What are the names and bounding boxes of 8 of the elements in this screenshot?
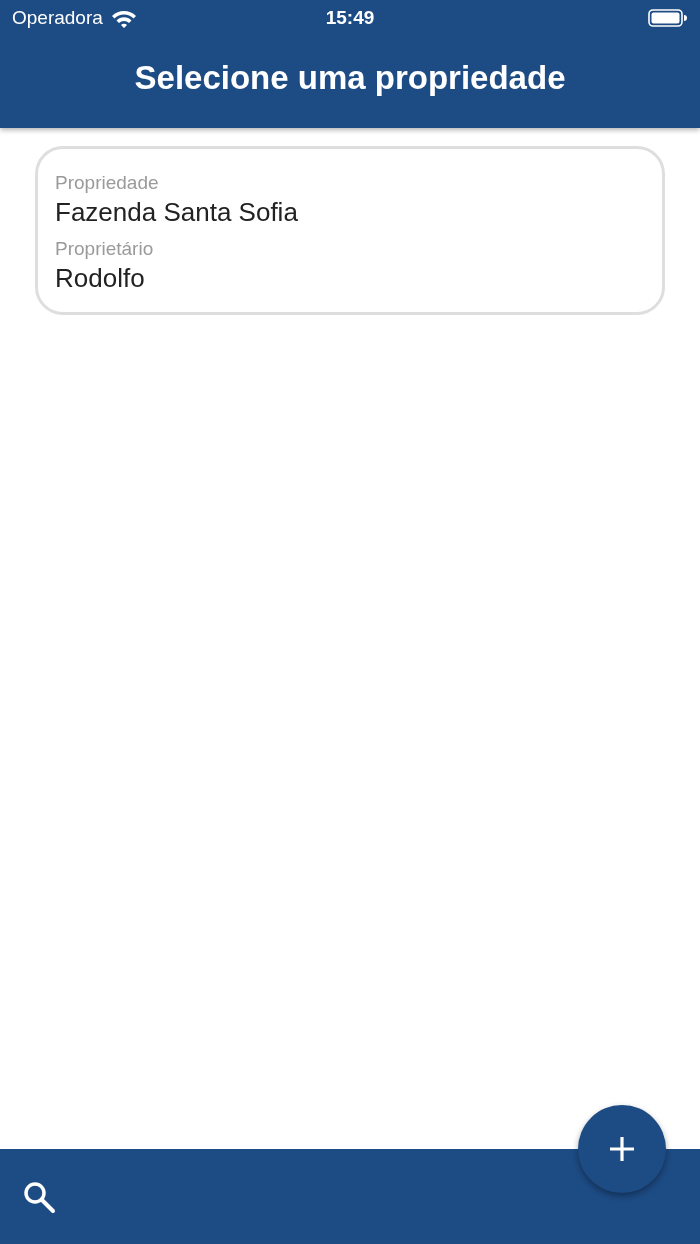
screen-title: Selecione uma propriedade bbox=[134, 59, 566, 97]
field-label: Proprietário bbox=[55, 237, 155, 261]
property-card[interactable]: Propriedade Fazenda Santa Sofia Proprietário Rodolfo bbox=[35, 146, 665, 315]
owner-name: Rodolfo bbox=[55, 262, 146, 295]
clock-time: 15:49 bbox=[325, 7, 375, 28]
field-label: Propriedade bbox=[55, 171, 160, 195]
property-name: Fazenda Santa Sofia bbox=[55, 196, 299, 229]
carrier-name: Operadora bbox=[12, 7, 103, 29]
